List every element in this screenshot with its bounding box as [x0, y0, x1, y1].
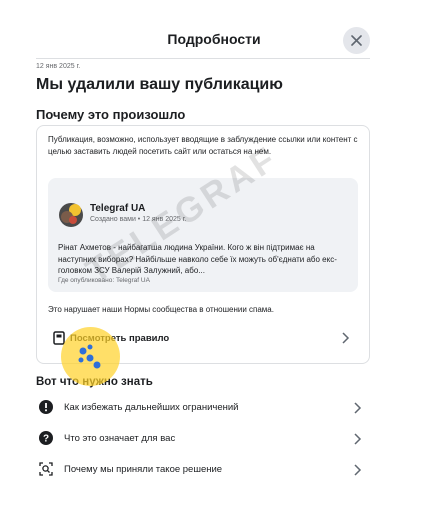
- why-decision-item[interactable]: Почему мы приняли такое решение: [36, 459, 370, 481]
- svg-text:?: ?: [43, 434, 49, 445]
- exclamation-circle-icon: [39, 400, 53, 414]
- know-item-label: Как избежать дальнейших ограничений: [64, 402, 239, 413]
- header-divider: [36, 58, 370, 59]
- know-item-label: Что это означает для вас: [64, 433, 176, 444]
- reason-description: Публикация, возможно, использует вводящи…: [48, 135, 358, 156]
- details-header: Подробности: [0, 0, 428, 60]
- post-meta: Создано вами • 12 янв 2025 г.: [90, 216, 187, 223]
- what-it-means-item[interactable]: ? Что это означает для вас: [36, 428, 370, 450]
- post-author: Telegraf UA: [90, 203, 146, 214]
- search-scan-icon: [39, 462, 53, 476]
- chevron-right-icon: [342, 332, 350, 344]
- close-icon: [351, 35, 362, 46]
- chevron-right-icon: [354, 402, 362, 414]
- chevron-right-icon: [354, 464, 362, 476]
- page-title: Мы удалили вашу публикацию: [36, 76, 283, 93]
- post-preview[interactable]: Telegraf UA Создано вами • 12 янв 2025 г…: [48, 178, 358, 292]
- know-item-label: Почему мы приняли такое решение: [64, 464, 223, 475]
- removal-date: 12 янв 2025 г.: [36, 63, 81, 70]
- chevron-right-icon: [354, 433, 362, 445]
- question-circle-icon: ?: [39, 431, 53, 445]
- why-section-title: Почему это произошло: [36, 107, 186, 122]
- violation-text: Это нарушает наши Нормы сообщества в отн…: [48, 305, 274, 314]
- post-text: Рінат Ахметов - найбагатша людина Україн…: [58, 243, 337, 275]
- published-where: Где опубликовано: Telegraf UA: [58, 277, 150, 284]
- avatar: [58, 202, 84, 228]
- watermark-logo: [61, 327, 120, 386]
- avoid-restrictions-item[interactable]: Как избежать дальнейших ограничений: [36, 397, 370, 419]
- close-button[interactable]: [343, 27, 370, 54]
